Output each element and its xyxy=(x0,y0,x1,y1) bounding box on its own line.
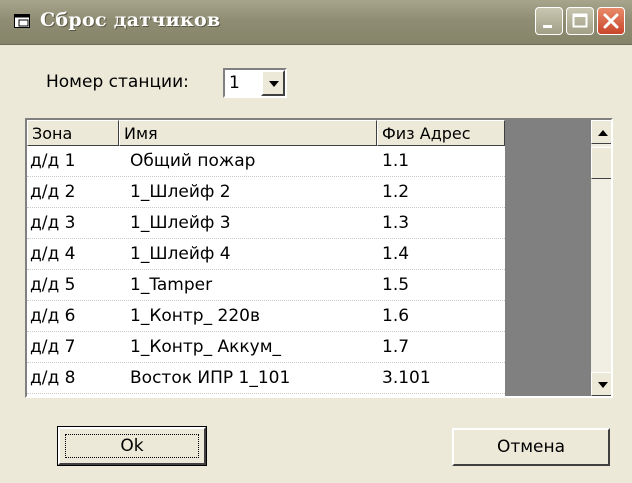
name-cell: 1_Tamper xyxy=(130,275,213,295)
zone-cell: д/д 7 xyxy=(30,337,76,357)
station-dropdown-button[interactable] xyxy=(261,70,285,96)
column-header-address[interactable]: Физ Адрес xyxy=(377,120,505,146)
cancel-button[interactable]: Отмена xyxy=(452,428,610,466)
address-cell: 1.7 xyxy=(382,337,410,357)
maximize-icon xyxy=(572,13,588,28)
table-row[interactable]: д/д 3 1_Шлейф 3 1.3 xyxy=(27,208,505,239)
window-title: Сброс датчиков xyxy=(40,9,221,31)
scroll-up-button[interactable] xyxy=(591,120,611,144)
sensor-rows: д/д 1 Общий пожар 1.1 д/д 2 1_Шлейф 2 1.… xyxy=(27,146,505,394)
scroll-up-arrow-icon xyxy=(598,130,608,136)
sensor-list[interactable]: Зона Имя Физ Адрес д/д 1 Общий пожар 1.1… xyxy=(25,118,613,398)
address-cell: 1.5 xyxy=(382,275,410,295)
zone-cell: д/д 1 xyxy=(30,151,76,171)
scrollbar-thumb[interactable] xyxy=(591,147,611,179)
address-cell: 1.4 xyxy=(382,244,410,264)
name-cell: Общий пожар xyxy=(130,151,256,171)
table-row[interactable]: д/д 8 Восток ИПР 1_101 3.101 xyxy=(27,363,505,394)
zone-cell: д/д 5 xyxy=(30,275,76,295)
close-icon xyxy=(603,13,619,29)
station-number-select[interactable]: 1 xyxy=(223,68,287,98)
maximize-button[interactable] xyxy=(566,7,594,35)
column-header-zone[interactable]: Зона xyxy=(27,120,119,146)
zone-cell: д/д 8 xyxy=(30,368,76,388)
table-row[interactable]: д/д 5 1_Tamper 1.5 xyxy=(27,270,505,301)
close-button[interactable] xyxy=(597,7,625,35)
table-row[interactable]: д/д 7 1_Контр_ Аккум_ 1.7 xyxy=(27,332,505,363)
name-cell: 1_Шлейф 2 xyxy=(130,182,231,202)
address-cell: 3.101 xyxy=(382,368,431,388)
table-row[interactable]: д/д 2 1_Шлейф 2 1.2 xyxy=(27,177,505,208)
cancel-button-label: Отмена xyxy=(496,437,566,457)
address-cell: 1.1 xyxy=(382,151,410,171)
list-empty-area xyxy=(505,120,591,396)
zone-cell: д/д 3 xyxy=(30,213,76,233)
name-cell: Восток ИПР 1_101 xyxy=(130,368,291,388)
zone-cell: д/д 4 xyxy=(30,244,76,264)
scroll-down-arrow-icon xyxy=(598,382,608,388)
table-row[interactable]: д/д 6 1_Контр_ 220в 1.6 xyxy=(27,301,505,332)
zone-cell: д/д 6 xyxy=(30,306,76,326)
address-cell: 1.3 xyxy=(382,213,410,233)
zone-cell: д/д 2 xyxy=(30,182,76,202)
station-number-label: Номер станции: xyxy=(46,72,189,92)
chevron-down-icon xyxy=(269,81,279,87)
window-app-icon xyxy=(14,14,30,28)
name-cell: 1_Контр_ Аккум_ xyxy=(130,337,282,357)
reset-sensors-dialog: Сброс датчиков Номер станции: 1 Зона Имя… xyxy=(0,0,632,483)
name-cell: 1_Шлейф 3 xyxy=(130,213,231,233)
column-header-name[interactable]: Имя xyxy=(119,120,377,146)
name-cell: 1_Шлейф 4 xyxy=(130,244,231,264)
address-cell: 1.6 xyxy=(382,306,410,326)
scroll-down-button[interactable] xyxy=(591,372,611,396)
address-cell: 1.2 xyxy=(382,182,410,202)
vertical-scrollbar[interactable] xyxy=(591,120,611,396)
station-number-value: 1 xyxy=(229,73,240,93)
title-bar[interactable]: Сброс датчиков xyxy=(0,0,632,45)
minimize-button[interactable] xyxy=(535,7,563,35)
minimize-icon xyxy=(543,25,552,28)
table-row[interactable]: д/д 1 Общий пожар 1.1 xyxy=(27,146,505,177)
name-cell: 1_Контр_ 220в xyxy=(130,306,260,326)
focus-rectangle xyxy=(65,434,199,458)
ok-button[interactable]: Ok xyxy=(57,426,207,466)
table-row[interactable]: д/д 4 1_Шлейф 4 1.4 xyxy=(27,239,505,270)
